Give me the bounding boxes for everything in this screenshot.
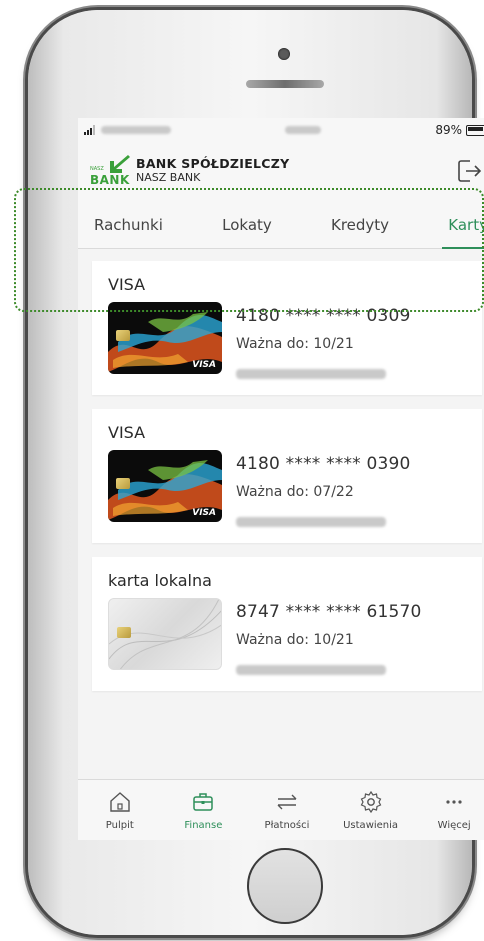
nav-label: Pulpit [105, 819, 134, 831]
nav-platnosci[interactable]: Płatności [247, 790, 327, 831]
bank-brand: NASZ BANK BANK SPÓŁDZIELCZY NASZ BANK [90, 153, 290, 189]
card-item[interactable]: karta lokalna 8747 **** **** 61570 Ważna… [92, 557, 482, 691]
bank-name-line2: NASZ BANK [136, 171, 201, 184]
nav-ustawienia[interactable]: Ustawienia [331, 790, 411, 831]
home-icon [110, 791, 130, 812]
bank-name: BANK SPÓŁDZIELCZY NASZ BANK [136, 157, 290, 185]
chip-icon [116, 478, 130, 489]
tab-lokaty[interactable]: Lokaty [222, 216, 272, 248]
card-item[interactable]: VISA VISA 4180 **** **** 0390 Ważna do: … [92, 409, 482, 543]
card-owner-blurred [236, 660, 422, 679]
tab-kredyty[interactable]: Kredyty [331, 216, 389, 248]
bottom-navigation: Pulpit Finanse Płatności Ustawienia Więc… [78, 779, 484, 840]
front-camera [278, 48, 290, 60]
card-type: karta lokalna [108, 571, 212, 590]
cards-list: VISA VISA 4180 **** **** 0309 Ważna do: … [78, 249, 484, 691]
local-card-image [108, 598, 222, 670]
nav-pulpit[interactable]: Pulpit [80, 790, 160, 831]
product-tabs: Rachunki Lokaty Kredyty Karty [78, 200, 484, 249]
earpiece-speaker [246, 80, 324, 88]
briefcase-icon [193, 792, 214, 811]
card-number: 4180 **** **** 0309 [236, 306, 411, 326]
visa-logo: VISA [192, 360, 216, 370]
phone-frame: 89% NASZ BANK BANK SPÓŁDZIELCZY NASZ BAN… [28, 10, 484, 935]
more-dots-icon [446, 799, 462, 804]
card-body: VISA 4180 **** **** 0309 Ważna do: 10/21 [108, 302, 466, 383]
nav-label: Więcej [437, 819, 471, 831]
card-type: VISA [108, 423, 146, 442]
bank-logo: NASZ BANK [90, 153, 130, 189]
card-valid-date: Ważna do: 10/21 [236, 632, 354, 648]
nav-label: Ustawienia [343, 819, 399, 831]
card-owner-blurred [236, 364, 411, 383]
card-body: 8747 **** **** 61570 Ważna do: 10/21 [108, 598, 466, 679]
status-left [84, 125, 171, 135]
logo-word: BANK [90, 173, 130, 187]
card-info: 8747 **** **** 61570 Ważna do: 10/21 [236, 598, 422, 679]
gear-icon [360, 790, 381, 813]
nav-wiecej[interactable]: Więcej [414, 790, 484, 831]
card-type: VISA [108, 275, 146, 294]
tab-rachunki[interactable]: Rachunki [94, 216, 163, 248]
logo-arrow-icon [110, 155, 130, 173]
logo-small-text: NASZ [90, 166, 104, 172]
transfer-arrows-icon [277, 794, 297, 809]
app-screen: 89% NASZ BANK BANK SPÓŁDZIELCZY NASZ BAN… [78, 118, 484, 840]
bank-name-line1: BANK SPÓŁDZIELCZY [136, 156, 290, 171]
nav-finanse[interactable]: Finanse [163, 790, 243, 831]
nav-label: Finanse [184, 819, 223, 831]
chip-icon [116, 330, 130, 341]
card-info: 4180 **** **** 0390 Ważna do: 07/22 [236, 450, 411, 531]
time-blurred [285, 126, 322, 134]
visa-card-image: VISA [108, 302, 222, 374]
logout-icon[interactable] [456, 158, 482, 184]
chip-icon [117, 627, 131, 638]
card-number: 4180 **** **** 0390 [236, 454, 411, 474]
visa-card-image: VISA [108, 450, 222, 522]
battery-percent: 89% [435, 123, 462, 137]
visa-logo: VISA [192, 508, 216, 518]
card-info: 4180 **** **** 0309 Ważna do: 10/21 [236, 302, 411, 383]
card-item[interactable]: VISA VISA 4180 **** **** 0309 Ważna do: … [92, 261, 482, 395]
battery-indicator: 89% [435, 123, 484, 137]
card-valid-date: Ważna do: 07/22 [236, 484, 354, 500]
battery-icon [465, 124, 484, 136]
card-valid-date: Ważna do: 10/21 [236, 336, 354, 352]
app-header: NASZ BANK BANK SPÓŁDZIELCZY NASZ BANK [78, 142, 484, 200]
card-body: VISA 4180 **** **** 0390 Ważna do: 07/22 [108, 450, 466, 531]
signal-icon [84, 125, 95, 135]
home-button[interactable] [247, 848, 323, 924]
nav-label: Płatności [264, 819, 310, 831]
card-number: 8747 **** **** 61570 [236, 602, 422, 622]
card-owner-blurred [236, 512, 411, 531]
carrier-blurred [101, 126, 171, 134]
tab-karty[interactable]: Karty [442, 216, 484, 249]
status-bar: 89% [78, 118, 484, 142]
